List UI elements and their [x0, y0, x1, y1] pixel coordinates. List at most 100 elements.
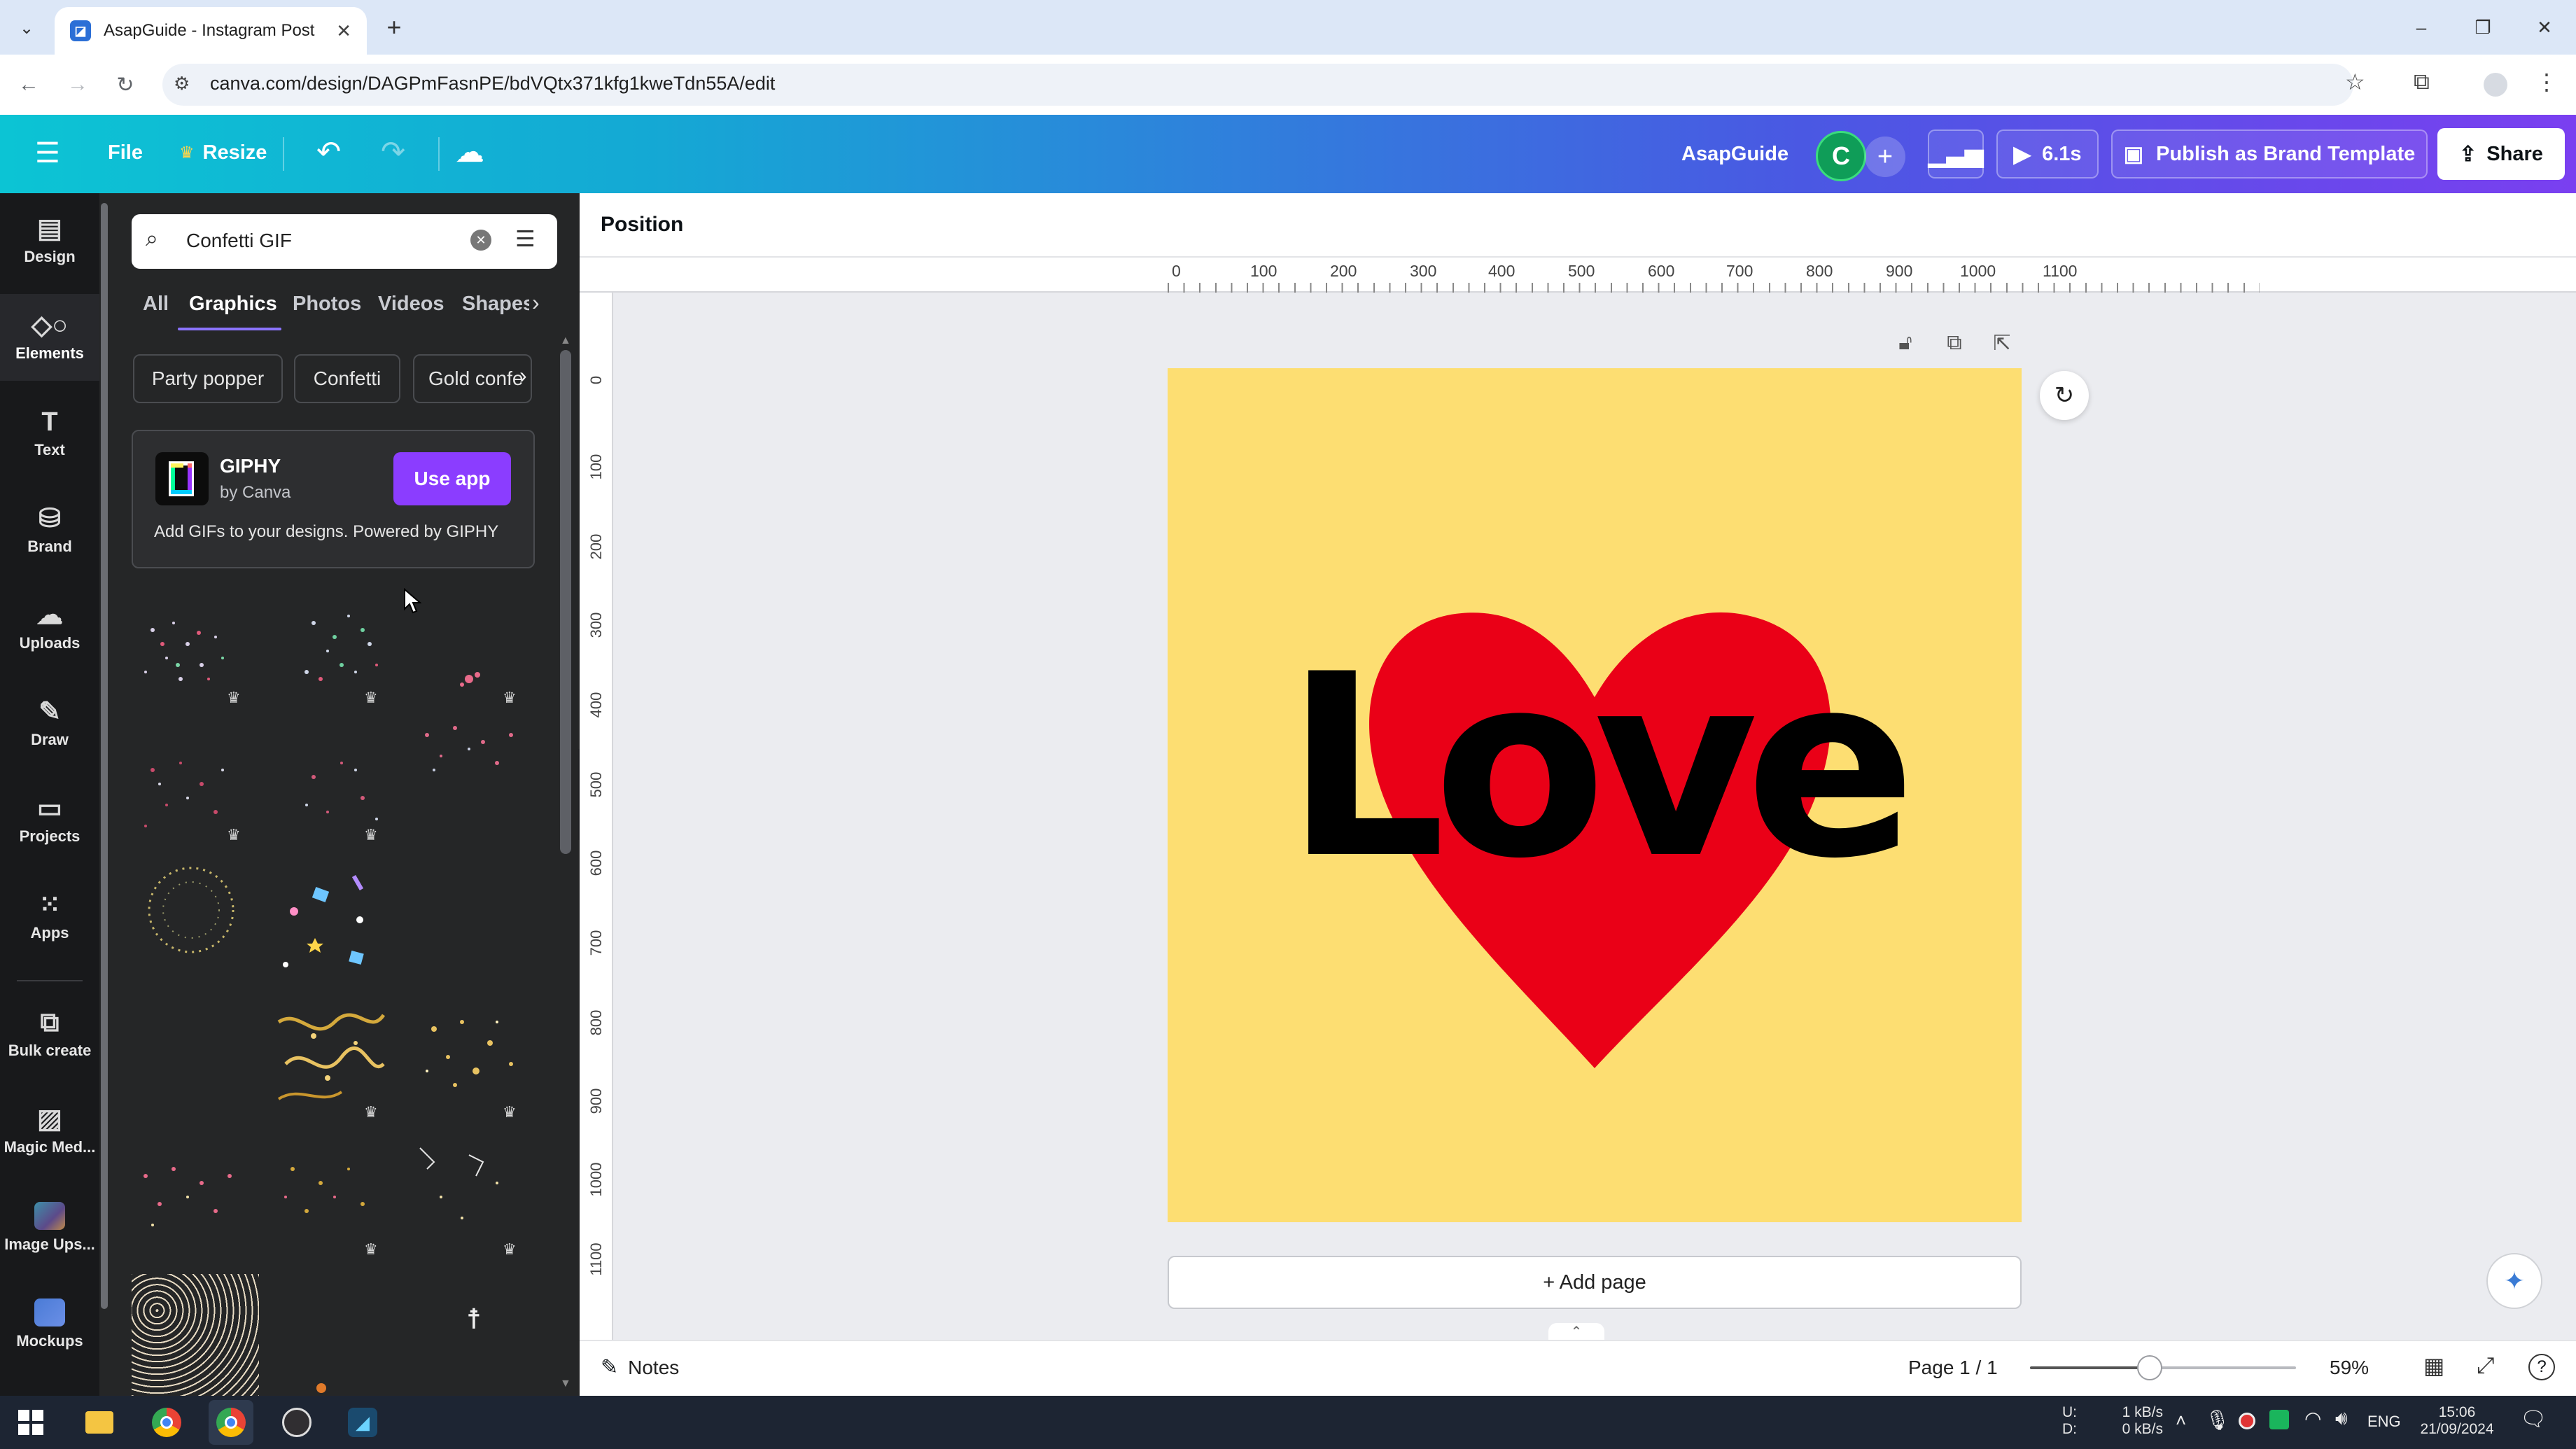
rail-item-projects[interactable]: ▭ Projects [0, 777, 99, 864]
restore-icon[interactable]: ❐ [2458, 10, 2507, 45]
duplicate-page-icon[interactable]: ⧉ [1939, 328, 1970, 358]
tab-list-dropdown-icon[interactable]: ⌄ [13, 14, 41, 42]
tabs-scroll-right-icon[interactable]: › [532, 290, 540, 316]
close-window-icon[interactable]: ✕ [2520, 10, 2569, 45]
profile-avatar[interactable] [2484, 73, 2507, 97]
gif-result-gold-ribbons[interactable] [272, 1001, 391, 1113]
cloud-save-icon[interactable]: ☁ [455, 134, 484, 169]
search-value[interactable]: Confetti GIF [186, 230, 292, 252]
zoom-slider-handle[interactable] [2137, 1355, 2162, 1380]
regenerate-icon[interactable]: ↻ [2040, 371, 2089, 420]
url-text[interactable]: canva.com/design/DAGPmFasnPE/bdVQtx371kf… [210, 73, 775, 94]
file-menu[interactable]: File [108, 141, 143, 164]
love-text[interactable]: Love [1285, 641, 1917, 893]
gif-result-pink-dots[interactable] [132, 1141, 251, 1253]
rail-item-draw[interactable]: ✎ Draw [0, 680, 99, 767]
gif-result-confetti-scatter-2[interactable] [286, 742, 405, 854]
present-button[interactable]: ▶ 6.1s [1996, 130, 2099, 178]
bookmark-star-icon[interactable]: ☆ [2345, 69, 2365, 95]
microphone-icon[interactable]: 🎙︎ [2205, 1408, 2230, 1432]
file-explorer-icon[interactable] [77, 1400, 122, 1445]
gif-result-confetti-burst-2[interactable] [286, 602, 405, 714]
chrome-active-icon[interactable] [209, 1400, 253, 1445]
rail-item-mockups[interactable]: Mockups [0, 1281, 99, 1368]
minimize-icon[interactable]: – [2397, 10, 2446, 45]
lock-icon[interactable]: 🔓︎ [1890, 328, 1921, 358]
collaborator-avatar[interactable]: C [1816, 131, 1866, 181]
resize-button[interactable]: ♛ Resize [179, 141, 267, 164]
site-info-icon[interactable]: ⚙ [174, 73, 190, 94]
share-button[interactable]: ⇪ Share [2437, 128, 2565, 180]
obs-studio-icon[interactable] [274, 1400, 319, 1445]
rail-item-magic-media[interactable]: ▨ Magic Med... [0, 1088, 99, 1175]
help-icon[interactable]: ? [2528, 1354, 2555, 1380]
chip-gold-confetti[interactable]: Gold confe [413, 354, 532, 403]
rail-item-apps[interactable]: ⁙ Apps [0, 874, 99, 960]
clear-search-icon[interactable]: ✕ [470, 230, 491, 251]
rail-item-text[interactable]: T Text [0, 391, 99, 477]
new-tab-icon[interactable]: + [378, 11, 410, 43]
rail-scrollbar[interactable] [101, 203, 108, 1309]
tray-chevron-icon[interactable]: ˄ [2176, 1410, 2186, 1432]
gif-result-partial[interactable] [316, 1383, 326, 1393]
gif-result-streamers[interactable] [413, 1134, 532, 1246]
panel-scrollbar[interactable] [560, 350, 571, 854]
chip-party-popper[interactable]: Party popper [133, 354, 283, 403]
forward-icon[interactable]: → [63, 70, 92, 99]
windows-start-icon[interactable] [8, 1400, 53, 1445]
gif-result-colorful-confetti[interactable] [272, 868, 391, 980]
magic-assistant-icon[interactable]: ✦ [2486, 1253, 2542, 1309]
tab-close-icon[interactable]: ✕ [336, 20, 351, 42]
reload-icon[interactable]: ↻ [111, 70, 140, 99]
gif-result-glitter-rain[interactable] [132, 1274, 259, 1396]
undo-icon[interactable]: ↶ [316, 134, 341, 169]
tab-all[interactable]: All [143, 293, 169, 316]
record-icon[interactable] [2239, 1413, 2255, 1429]
rail-item-bulk-create[interactable]: ⧉ Bulk create [0, 991, 99, 1078]
gif-result-firework-ring[interactable] [132, 861, 251, 973]
design-canvas[interactable]: Love [1168, 368, 2022, 1222]
insights-button[interactable]: ▁▃▅ [1928, 130, 1984, 178]
app-icon[interactable]: ◢ [340, 1400, 385, 1445]
expand-notes-handle[interactable]: ⌃ [1548, 1323, 1604, 1340]
grid-view-icon[interactable]: ▦ [2423, 1352, 2444, 1379]
add-page-icon[interactable]: ⇱ [1987, 328, 2017, 358]
back-icon[interactable]: ← [14, 70, 43, 99]
publish-brand-template-button[interactable]: ▣ Publish as Brand Template [2111, 130, 2428, 178]
app-tray-icon[interactable] [2269, 1410, 2289, 1429]
panel-scroll-down-icon[interactable]: ▼ [560, 1378, 571, 1390]
gif-result-gold-sparkles[interactable] [413, 1001, 532, 1113]
chips-scroll-right-icon[interactable]: › [519, 363, 527, 388]
browser-menu-icon[interactable]: ⋮ [2535, 69, 2558, 95]
wifi-icon[interactable]: ◠ [2304, 1407, 2321, 1430]
chrome-icon[interactable] [144, 1400, 189, 1445]
zoom-level[interactable]: 59% [2330, 1357, 2369, 1379]
volume-icon[interactable]: 🔊︎ [2335, 1407, 2348, 1430]
add-page-button[interactable]: + Add page [1168, 1256, 2022, 1309]
extensions-icon[interactable]: ⧉ [2414, 69, 2430, 95]
add-collaborator-icon[interactable]: + [1865, 136, 1905, 177]
gif-result-small-firework[interactable]: ☨ [466, 1303, 482, 1336]
chip-confetti[interactable]: Confetti [294, 354, 400, 403]
fullscreen-icon[interactable]: ⤢ [2477, 1352, 2495, 1379]
page-indicator[interactable]: Page 1 / 1 [1908, 1357, 1998, 1379]
gif-result-confetti-scatter-3[interactable] [413, 714, 532, 826]
browser-tab-active[interactable]: ◪ AsapGuide - Instagram Post ✕ [55, 7, 367, 55]
panel-scroll-up-icon[interactable]: ▲ [560, 335, 571, 347]
tab-shapes[interactable]: Shapes [462, 293, 529, 316]
position-button[interactable]: Position [601, 213, 683, 237]
rail-item-image-upscaler[interactable]: Image Ups... [0, 1184, 99, 1271]
notifications-icon[interactable]: 🗨︎ [2520, 1407, 2547, 1432]
rail-item-design[interactable]: ▤ Design [0, 197, 99, 284]
clock[interactable]: 15:06 21/09/2024 [2415, 1404, 2499, 1438]
tab-videos[interactable]: Videos [378, 293, 444, 316]
hamburger-menu-icon[interactable]: ☰ [35, 137, 60, 169]
team-name[interactable]: AsapGuide [1681, 143, 1788, 166]
gif-result-gold-dust[interactable] [272, 1141, 391, 1253]
rail-item-elements[interactable]: ◇○ Elements [0, 294, 99, 381]
use-app-button[interactable]: Use app [393, 452, 511, 505]
language-indicator[interactable]: ENG [2367, 1413, 2401, 1431]
notes-button[interactable]: ✎ Notes [601, 1355, 679, 1380]
tab-graphics[interactable]: Graphics [189, 293, 277, 316]
filter-icon[interactable]: ☰ [515, 225, 536, 252]
